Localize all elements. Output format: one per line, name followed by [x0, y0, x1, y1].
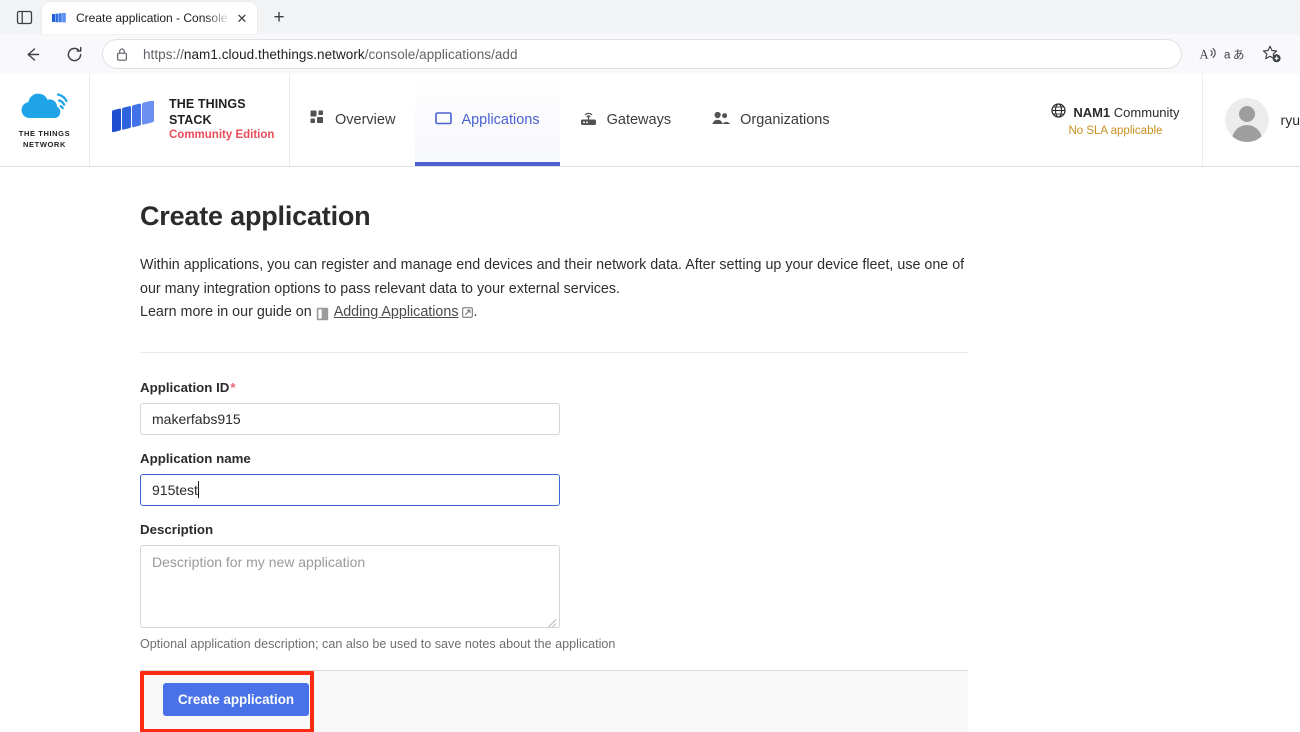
create-application-form: Application ID* Application name Descrip… [140, 380, 968, 732]
toolbar-actions: A a あ [1186, 41, 1290, 67]
nav-tab-gateways-label: Gateways [606, 111, 672, 128]
svg-text:あ: あ [1233, 48, 1245, 62]
page-intro-paragraph: Within applications, you can register an… [140, 257, 965, 297]
browser-toolbar: https://nam1.cloud.thethings.network/con… [0, 34, 1300, 74]
lock-icon [115, 47, 133, 62]
translate-icon[interactable]: a あ [1222, 41, 1256, 67]
url-path: /console/applications/add [364, 46, 518, 62]
browser-tabstrip: Create application - Console - Th ✕ + [0, 0, 1300, 34]
read-aloud-icon[interactable]: A [1196, 41, 1222, 67]
guide-prefix-text: Learn more in our guide on [140, 304, 312, 321]
logo-text-line2: NETWORK [23, 139, 66, 149]
the-things-network-logo[interactable]: THE THINGS NETWORK [0, 74, 90, 166]
app-header: THE THINGS NETWORK THE THINGS STACK Comm… [0, 74, 1300, 167]
close-icon[interactable]: ✕ [233, 9, 251, 27]
create-application-button[interactable]: Create application [163, 682, 310, 716]
page-title: Create application [140, 201, 371, 231]
application-id-input[interactable] [140, 402, 560, 435]
header-right-section: NAM1 Community No SLA applicable ryu [1033, 74, 1300, 166]
nav-tab-overview[interactable]: Overview [290, 74, 415, 166]
application-name-input[interactable] [140, 473, 560, 506]
nav-tab-applications[interactable]: Applications [415, 74, 560, 166]
brand-line-1: THE THINGS STACK [169, 97, 246, 127]
document-book-icon [316, 307, 329, 321]
grid-overview-icon [310, 110, 326, 130]
add-favorite-star-icon[interactable] [1256, 41, 1286, 67]
nav-tab-organizations[interactable]: Organizations [691, 74, 849, 166]
ttn-cloud-icon [21, 93, 68, 118]
nav-tab-gateways[interactable]: Gateways [560, 74, 691, 166]
brand-line-2: Community Edition [169, 129, 275, 142]
user-avatar-placeholder [1224, 98, 1269, 142]
gateway-router-icon [580, 110, 598, 131]
address-bar-url: https://nam1.cloud.thethings.network/con… [143, 47, 518, 62]
svg-text:a: a [1224, 50, 1231, 62]
guide-line: Learn more in our guide on Adding Applic… [140, 301, 968, 325]
svg-text:A: A [1200, 48, 1209, 62]
url-host: nam1.cloud.thethings.network [183, 46, 365, 62]
guide-suffix-text: . [473, 304, 478, 321]
required-asterisk: * [230, 379, 236, 395]
browser-tab[interactable]: Create application - Console - Th ✕ [42, 2, 257, 34]
field-description: Description Optional application descrip… [140, 522, 968, 651]
field-application-name: Application name [140, 451, 968, 506]
page-body: Create application Within applications, … [0, 167, 1300, 732]
adding-applications-link[interactable]: Adding Applications [334, 301, 459, 325]
description-help-text: Optional application description; can al… [140, 636, 616, 651]
username-label: ryu [1280, 112, 1300, 128]
nav-tab-applications-label: Applications [461, 111, 540, 128]
globe-icon [1051, 103, 1066, 121]
application-id-label: Application ID* [140, 380, 968, 395]
application-square-icon [435, 110, 453, 130]
content-column: Create application Within applications, … [0, 167, 968, 732]
description-textarea[interactable] [140, 544, 560, 628]
field-application-id: Application ID* [140, 380, 968, 435]
nav-tab-overview-label: Overview [335, 111, 396, 128]
app-nav-tabs: Overview Applications Gateways Organizat… [290, 74, 850, 166]
text-caret [198, 480, 200, 498]
address-bar[interactable]: https://nam1.cloud.thethings.network/con… [102, 39, 1182, 69]
browser-chrome: Create application - Console - Th ✕ + [0, 0, 1300, 74]
url-scheme: https:// [143, 46, 184, 62]
back-arrow-icon[interactable] [16, 38, 48, 70]
ttn-stack-favicon [52, 10, 68, 26]
description-label: Description [140, 521, 214, 537]
logo-text-line1: THE THINGS [18, 128, 71, 138]
user-menu[interactable]: ryu [1203, 74, 1300, 166]
tab-list-icon[interactable] [6, 2, 42, 32]
reload-icon[interactable] [58, 38, 90, 70]
organizations-people-icon [711, 110, 731, 130]
form-footer: Create application [140, 669, 968, 732]
section-divider [140, 351, 968, 353]
new-tab-button[interactable]: + [265, 4, 293, 32]
nav-tab-organizations-label: Organizations [740, 111, 830, 128]
cluster-sla-note: No SLA applicable [1068, 125, 1163, 137]
cluster-type: Community [1113, 104, 1180, 120]
application-name-label: Application name [140, 450, 251, 466]
cluster-selector[interactable]: NAM1 Community No SLA applicable [1033, 74, 1203, 166]
brand-things-stack[interactable]: THE THINGS STACK Community Edition [90, 74, 290, 166]
things-stack-blocks-icon [110, 99, 160, 140]
browser-tab-title: Create application - Console - Th [76, 11, 233, 25]
external-link-icon [462, 307, 474, 319]
cluster-name: NAM1 [1073, 104, 1111, 120]
application-id-label-text: Application ID [140, 379, 230, 395]
